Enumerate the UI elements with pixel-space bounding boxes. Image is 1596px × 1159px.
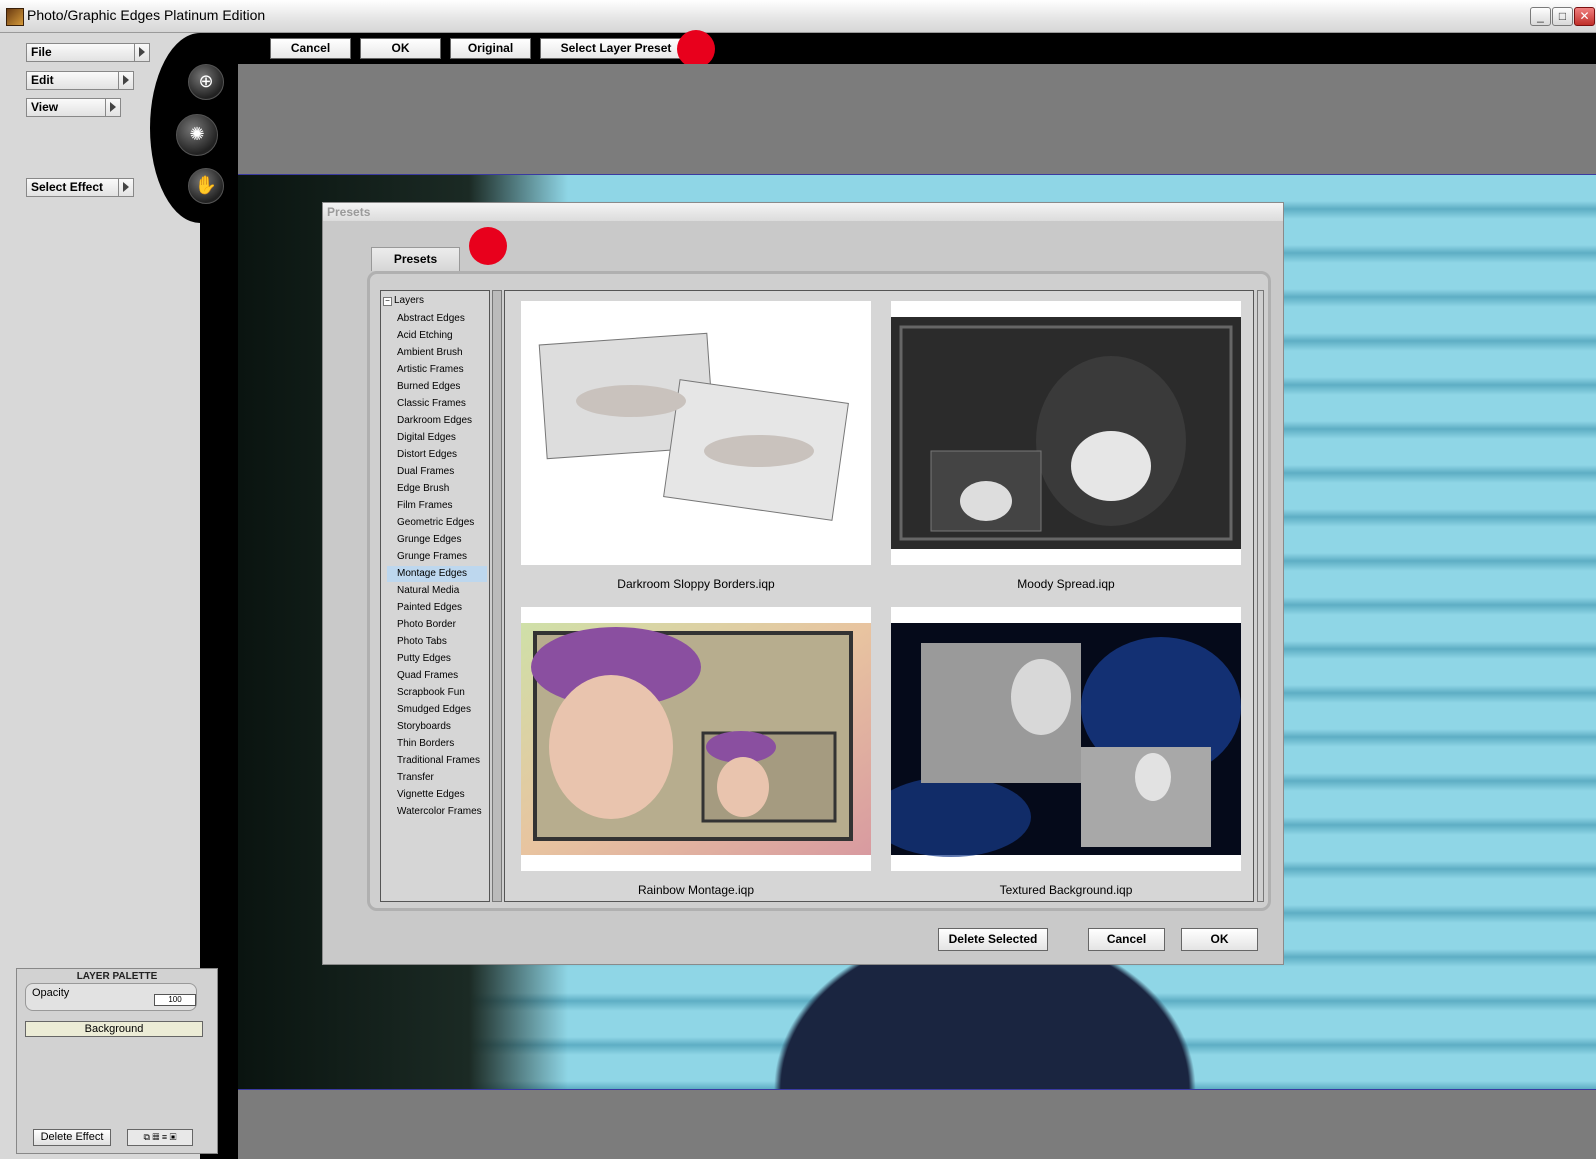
dialog-cancel-button[interactable]: Cancel <box>1088 928 1165 951</box>
tree-item[interactable]: Darkroom Edges <box>387 413 487 429</box>
tree-item[interactable]: Distort Edges <box>387 447 487 463</box>
tree-item[interactable]: Geometric Edges <box>387 515 487 531</box>
tree-scrollbar[interactable] <box>492 290 502 902</box>
zoom-icon[interactable]: ⊕ <box>188 64 224 100</box>
close-button[interactable]: ✕ <box>1574 7 1595 26</box>
edit-menu-label: Edit <box>31 73 54 87</box>
tree-item[interactable]: Acid Etching <box>387 328 487 344</box>
tree-root[interactable]: − Layers <box>383 295 424 306</box>
tree-item-selected[interactable]: Montage Edges <box>387 566 487 582</box>
collapse-icon[interactable]: − <box>383 297 392 306</box>
file-menu-button[interactable]: File <box>26 43 150 62</box>
layer-item[interactable]: Background <box>25 1021 203 1037</box>
preset-thumbnail[interactable] <box>521 301 871 565</box>
select-effect-label: Select Effect <box>31 180 104 194</box>
tree-item[interactable]: Dual Frames <box>387 464 487 480</box>
original-button[interactable]: Original <box>450 38 531 59</box>
view-menu-button[interactable]: View <box>26 98 121 117</box>
layer-palette-title: LAYER PALETTE <box>76 971 158 982</box>
preset-thumbnail[interactable] <box>891 301 1241 565</box>
hand-icon[interactable]: ✋ <box>188 168 224 204</box>
tree-item[interactable]: Natural Media <box>387 583 487 599</box>
canvas-background <box>238 64 1596 174</box>
brush-icon[interactable]: ✺ <box>176 114 218 156</box>
tree-item[interactable]: Scrapbook Fun <box>387 685 487 701</box>
select-layer-preset-button[interactable]: Select Layer Preset <box>540 38 692 59</box>
select-effect-button[interactable]: Select Effect <box>26 178 134 197</box>
chevron-right-icon <box>118 179 133 196</box>
title-bar: Photo/Graphic Edges Platinum Edition _ □… <box>0 0 1596 33</box>
highlight-marker <box>469 227 507 265</box>
tree-item[interactable]: Putty Edges <box>387 651 487 667</box>
canvas-background <box>238 1090 1596 1159</box>
tree-root-label: Layers <box>394 295 425 306</box>
preset-grid: Darkroom Sloppy Borders.iqp Moody Spread… <box>504 290 1254 902</box>
preset-caption: Darkroom Sloppy Borders.iqp <box>617 577 775 591</box>
window-title: Photo/Graphic Edges Platinum Edition <box>27 7 266 23</box>
chevron-right-icon <box>134 44 149 61</box>
tree-item[interactable]: Quad Frames <box>387 668 487 684</box>
tree-item[interactable]: Artistic Frames <box>387 362 487 378</box>
tree-item[interactable]: Painted Edges <box>387 600 487 616</box>
tree-item[interactable]: Grunge Frames <box>387 549 487 565</box>
opacity-control: Opacity 100 <box>25 983 197 1011</box>
tree-item[interactable]: Classic Frames <box>387 396 487 412</box>
delete-selected-button[interactable]: Delete Selected <box>938 928 1048 951</box>
tree-item[interactable]: Watercolor Frames <box>387 804 487 820</box>
layer-palette: LAYER PALETTE Opacity 100 Background Del… <box>16 968 218 1154</box>
view-menu-label: View <box>31 100 59 114</box>
layer-tools-icon[interactable]: ⧉ ▦ ≡ ▣ <box>127 1129 193 1146</box>
preset-thumbnail[interactable] <box>521 607 871 871</box>
tree-item[interactable]: Burned Edges <box>387 379 487 395</box>
tree-item[interactable]: Vignette Edges <box>387 787 487 803</box>
minimize-button[interactable]: _ <box>1530 7 1551 26</box>
tree-item[interactable]: Traditional Frames <box>387 753 487 769</box>
tree-item[interactable]: Film Frames <box>387 498 487 514</box>
app-icon <box>6 8 24 26</box>
delete-effect-button[interactable]: Delete Effect <box>33 1129 111 1146</box>
chevron-right-icon <box>105 99 120 116</box>
presets-panel: − Layers Abstract Edges Acid Etching Ambi… <box>367 271 1271 911</box>
file-menu-label: File <box>31 45 52 59</box>
cancel-button[interactable]: Cancel <box>270 38 351 59</box>
grid-scrollbar[interactable] <box>1255 290 1267 902</box>
tree-item[interactable]: Ambient Brush <box>387 345 487 361</box>
category-tree[interactable]: − Layers Abstract Edges Acid Etching Ambi… <box>380 290 490 902</box>
maximize-button[interactable]: □ <box>1552 7 1573 26</box>
dialog-ok-button[interactable]: OK <box>1181 928 1258 951</box>
opacity-label: Opacity <box>32 987 70 999</box>
dialog-title: Presets <box>323 203 1283 221</box>
tab-presets[interactable]: Presets <box>371 247 460 271</box>
ok-button[interactable]: OK <box>360 38 441 59</box>
preset-thumbnail[interactable] <box>871 607 1241 871</box>
chevron-right-icon <box>118 72 133 89</box>
preset-caption: Textured Background.iqp <box>999 883 1133 897</box>
tree-item[interactable]: Edge Brush <box>387 481 487 497</box>
tree-item[interactable]: Thin Borders <box>387 736 487 752</box>
tree-item[interactable]: Transfer <box>387 770 487 786</box>
preset-caption: Rainbow Montage.iqp <box>637 883 755 897</box>
tree-item[interactable]: Abstract Edges <box>387 311 487 327</box>
tree-item[interactable]: Photo Border <box>387 617 487 633</box>
tree-item[interactable]: Storyboards <box>387 719 487 735</box>
tree-item[interactable]: Smudged Edges <box>387 702 487 718</box>
highlight-marker <box>677 30 715 68</box>
preset-caption: Moody Spread.iqp <box>1017 577 1115 591</box>
tree-item[interactable]: Photo Tabs <box>387 634 487 650</box>
tree-item[interactable]: Grunge Edges <box>387 532 487 548</box>
edit-menu-button[interactable]: Edit <box>26 71 134 90</box>
tree-item[interactable]: Digital Edges <box>387 430 487 446</box>
opacity-input[interactable]: 100 <box>154 994 196 1006</box>
presets-dialog: Presets Presets − Layers Abstract Edges A… <box>322 202 1284 965</box>
